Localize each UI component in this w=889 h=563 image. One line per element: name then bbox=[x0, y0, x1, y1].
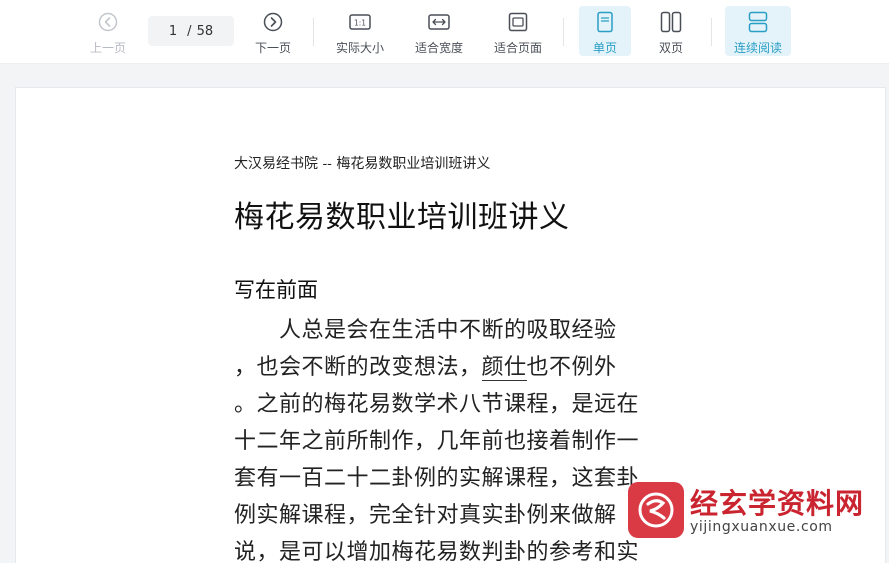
reader-toolbar: 上一页 1 / 58 下一页 1:1 实际大小 适合宽度 适合页面 单页 双页 … bbox=[0, 0, 889, 64]
page-counter[interactable]: 1 / 58 bbox=[148, 16, 234, 46]
actual-size-icon-text: 1:1 bbox=[354, 18, 366, 27]
toolbar-divider bbox=[563, 18, 564, 46]
continuous-read-label: 连续阅读 bbox=[733, 41, 782, 55]
running-header: 大汉易经书院 -- 梅花易数职业培训班讲义 bbox=[234, 156, 491, 172]
fit-width-icon bbox=[427, 10, 451, 33]
next-page-label: 下一页 bbox=[254, 41, 291, 55]
fit-page-button[interactable]: 适合页面 bbox=[488, 6, 548, 56]
single-page-label: 单页 bbox=[592, 41, 617, 55]
watermark-title: 经玄学资料网 bbox=[690, 487, 865, 520]
body-text: 也不例外 bbox=[526, 355, 617, 380]
toolbar-divider bbox=[313, 18, 314, 46]
actual-size-label: 实际大小 bbox=[335, 41, 384, 55]
prev-page-button[interactable]: 上一页 bbox=[84, 6, 132, 56]
section-heading: 写在前面 bbox=[234, 278, 318, 302]
continuous-read-button[interactable]: 连续阅读 bbox=[725, 6, 791, 56]
fit-page-label: 适合页面 bbox=[493, 41, 542, 55]
chevron-right-circle-icon bbox=[261, 10, 285, 33]
body-line: 例实解课程，完全针对真实卦例来做解 bbox=[234, 503, 617, 528]
current-page-input[interactable]: 1 bbox=[169, 24, 177, 39]
continuous-read-icon bbox=[746, 10, 770, 33]
document-title: 梅花易数职业培训班讲义 bbox=[234, 200, 570, 235]
single-page-button[interactable]: 单页 bbox=[579, 6, 631, 56]
fit-width-label: 适合宽度 bbox=[414, 41, 463, 55]
watermark-logo-icon bbox=[628, 482, 684, 538]
double-page-label: 双页 bbox=[658, 41, 683, 55]
chevron-left-circle-icon bbox=[96, 10, 120, 33]
toolbar-divider bbox=[711, 18, 712, 46]
double-page-button[interactable]: 双页 bbox=[646, 6, 696, 56]
actual-size-icon: 1:1 bbox=[348, 10, 372, 33]
body-line: 。之前的梅花易数学术八节课程，是远在 bbox=[234, 392, 640, 417]
author-name-link: 颜仕 bbox=[481, 355, 527, 381]
body-line: 人总是会在生活中不断的吸取经验 bbox=[234, 318, 617, 343]
body-line: 说，是可以增加梅花易数判卦的参考和实 bbox=[234, 540, 640, 563]
actual-size-button[interactable]: 1:1 实际大小 bbox=[330, 6, 390, 56]
page-separator: / bbox=[187, 23, 192, 39]
fit-page-icon bbox=[506, 10, 530, 33]
next-page-button[interactable]: 下一页 bbox=[249, 6, 297, 56]
body-text: ，也会不断的改变想法， bbox=[234, 355, 482, 380]
watermark-url: yijingxuanxue.com bbox=[690, 519, 833, 535]
body-line: ，也会不断的改变想法，颜仕也不例外 bbox=[234, 349, 617, 381]
single-page-icon bbox=[593, 10, 617, 33]
fit-width-button[interactable]: 适合宽度 bbox=[409, 6, 469, 56]
body-line: 十二年之前所制作，几年前也接着制作一 bbox=[234, 429, 640, 454]
body-line: 套有一百二十二卦例的实解课程，这套卦 bbox=[234, 466, 640, 491]
total-pages: 58 bbox=[196, 23, 214, 39]
double-page-icon bbox=[659, 10, 683, 33]
prev-page-label: 上一页 bbox=[89, 41, 126, 55]
site-watermark: 经玄学资料网 yijingxuanxue.com bbox=[628, 482, 889, 542]
